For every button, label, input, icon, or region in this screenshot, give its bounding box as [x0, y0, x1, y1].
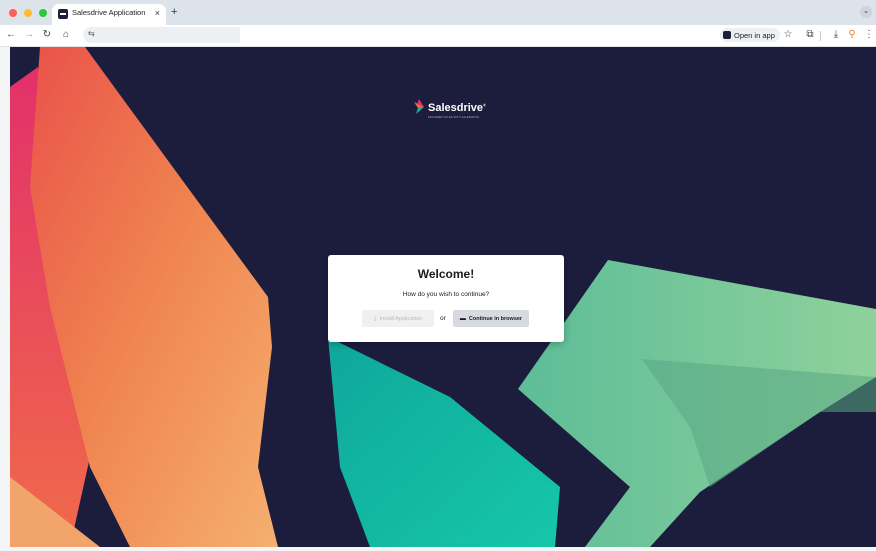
- open-in-app-button[interactable]: Open in app: [720, 28, 780, 42]
- or-separator: or: [440, 315, 446, 322]
- browser-window-icon: ▬: [459, 315, 466, 322]
- page-area: Salesdrive® ENGINEER SALES WITH SALESDRI…: [0, 47, 876, 551]
- download-icon: ⤓: [373, 315, 377, 322]
- profile-icon[interactable]: ⚲: [845, 28, 859, 42]
- salesdrive-mark-icon: [414, 99, 424, 114]
- open-in-app-label: Open in app: [734, 30, 775, 40]
- dialog-title: Welcome!: [417, 267, 475, 281]
- tab-search-button[interactable]: ⌄: [860, 6, 872, 18]
- forward-button[interactable]: →: [22, 28, 36, 42]
- new-tab-button[interactable]: +: [171, 6, 177, 18]
- home-button[interactable]: ⌂: [59, 28, 73, 42]
- app-icon: [723, 31, 731, 39]
- minimize-window-button[interactable]: [24, 9, 32, 17]
- install-application-label: Install Application: [379, 315, 423, 322]
- site-info-icon[interactable]: ⇆: [88, 29, 95, 38]
- salesdrive-favicon-icon: [58, 9, 68, 19]
- logo-text: Salesdrive®: [428, 102, 486, 114]
- extensions-icon[interactable]: ⧉: [803, 28, 817, 42]
- welcome-dialog: Welcome! How do you wish to continue? ⤓ …: [328, 255, 564, 342]
- browser-toolbar: ← → ↻ ⌂ ⇆ Open in app ☆ ⧉ ⤓ ⚲ ⋮: [0, 25, 876, 47]
- continue-in-browser-label: Continue in browser: [468, 315, 523, 322]
- dialog-subtitle: How do you wish to continue?: [402, 291, 490, 298]
- browser-menu-icon[interactable]: ⋮: [862, 28, 876, 42]
- back-button[interactable]: ←: [4, 28, 18, 42]
- tab-close-button[interactable]: ×: [155, 6, 160, 20]
- reload-button[interactable]: ↻: [40, 28, 54, 42]
- address-bar[interactable]: ⇆: [83, 27, 240, 43]
- download-icon[interactable]: ⤓: [829, 28, 843, 42]
- tab-title: Salesdrive Application: [72, 8, 146, 17]
- close-window-button[interactable]: [9, 9, 17, 17]
- tab-bar: Salesdrive Application × + ⌄: [0, 0, 876, 25]
- continue-in-browser-button[interactable]: ▬ Continue in browser: [453, 310, 529, 327]
- app-viewport: Salesdrive® ENGINEER SALES WITH SALESDRI…: [10, 47, 876, 547]
- tab-salesdrive[interactable]: Salesdrive Application ×: [52, 4, 166, 25]
- toolbar-divider: [820, 31, 821, 41]
- install-application-button[interactable]: ⤓ Install Application: [362, 310, 434, 327]
- maximize-window-button[interactable]: [39, 9, 47, 17]
- logo-tagline: ENGINEER SALES WITH SALESDRIVE: [428, 116, 480, 119]
- bookmark-star-icon[interactable]: ☆: [781, 28, 795, 42]
